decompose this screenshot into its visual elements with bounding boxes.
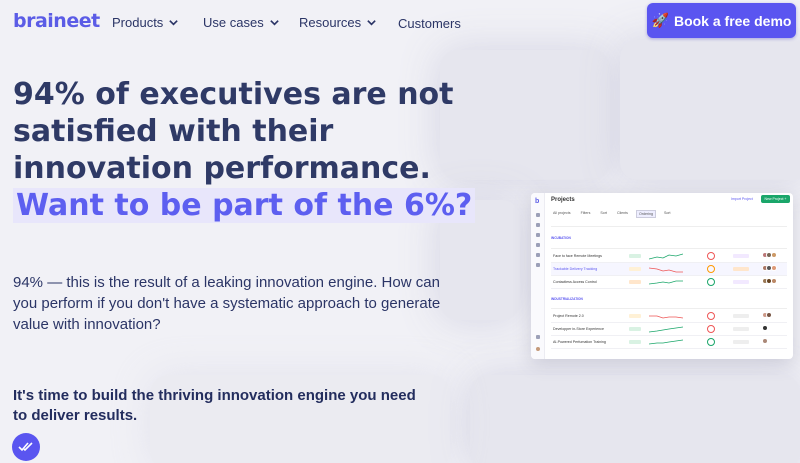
avatar-group [761, 278, 777, 284]
table-row: Project Remote 2.0 [551, 310, 787, 323]
avatar [770, 252, 777, 258]
avatar [761, 338, 768, 344]
brand-logo[interactable]: braineet [13, 10, 100, 32]
app-tab: Ordering [635, 210, 656, 218]
nav-item-products[interactable]: Products [112, 15, 179, 30]
avatar-group [761, 265, 777, 271]
table-row: AI-Powered Perfumation Training [551, 336, 787, 349]
project-name: Trackable Delivery Tracking [553, 267, 598, 271]
rocket-icon: 🚀 [651, 12, 669, 28]
chevron-down-icon [269, 20, 279, 26]
sparkline [649, 315, 683, 319]
group-header: INDUSTRIALIZATION [551, 297, 583, 301]
score-ring [707, 278, 715, 286]
hero-title-highlight: Want to be part of the 6%? [13, 188, 476, 223]
avatar-group [761, 325, 768, 331]
score-ring [707, 265, 715, 273]
tag-pill [733, 314, 749, 318]
project-name: Face to face Remote Meetings [553, 254, 602, 258]
new-project-button: New Project + [761, 195, 790, 203]
import-project-link: Import Project [731, 197, 753, 201]
nav-item-label: Products [112, 15, 164, 30]
chevron-down-icon [367, 20, 376, 26]
table-header [551, 221, 787, 227]
avatar [536, 347, 540, 351]
app-tab: Sort [663, 211, 671, 215]
status-pill [629, 280, 641, 284]
status-pill [629, 267, 641, 271]
status-pill [629, 340, 641, 344]
app-tab: All projects [553, 211, 571, 215]
score-ring [707, 325, 715, 333]
app-tab: Sort [600, 211, 607, 215]
app-tab: Clients [616, 211, 628, 215]
sparkline [649, 253, 683, 260]
table-row: Developper in-Store Experience [551, 323, 787, 336]
app-page-title: Projects [551, 197, 575, 203]
hero-title: 94% of executives are not satisfied with… [13, 76, 493, 224]
project-name: Project Remote 2.0 [553, 314, 584, 318]
double-check-icon [18, 442, 33, 452]
group-header: INCUBATION [551, 236, 571, 240]
hero-cta-text: It's time to build the thriving innovati… [13, 387, 416, 424]
project-name: Developper in-Store Experience [553, 327, 604, 331]
nav-item-use-cases[interactable]: Use cases [203, 15, 280, 30]
book-demo-button[interactable]: 🚀 Book a free demo [647, 3, 796, 38]
score-ring [707, 252, 715, 260]
double-check-badge[interactable] [12, 433, 40, 461]
table-header [551, 303, 787, 309]
tag-pill [733, 280, 749, 284]
chevron-down-icon [169, 20, 179, 26]
sidebar-icon [536, 243, 540, 247]
project-name: AI-Powered Perfumation Training [553, 340, 606, 344]
app-tab: Filters [580, 211, 591, 215]
status-pill [629, 254, 641, 258]
tag-pill [733, 327, 749, 331]
status-pill [629, 314, 641, 318]
avatar [770, 278, 777, 284]
app-logo-icon: b [535, 198, 540, 205]
app-tabs: All projects Filters Sort Clients Orderi… [551, 210, 673, 218]
nav-item-label: Customers [398, 16, 461, 31]
sidebar-icon [536, 263, 540, 267]
nav-item-customers[interactable]: Customers [398, 16, 461, 31]
top-navigation: braineet Products Use cases Resources Cu… [0, 0, 800, 44]
tag-pill [733, 340, 749, 344]
nav-item-label: Use cases [203, 15, 264, 30]
avatar [770, 265, 777, 271]
hero-title-main: 94% of executives are not satisfied with… [13, 77, 454, 186]
status-pill [629, 327, 641, 331]
tag-pill [733, 254, 749, 258]
settings-icon [536, 335, 540, 339]
sidebar-icon [536, 223, 540, 227]
nav-item-label: Resources [299, 15, 362, 30]
background-shape [470, 375, 800, 463]
avatar-group [761, 312, 772, 318]
avatar [766, 312, 772, 318]
tag-pill [733, 267, 749, 271]
avatar-group [761, 338, 768, 344]
nav-item-resources[interactable]: Resources [299, 15, 377, 30]
sidebar-icon [536, 253, 540, 257]
sidebar-icon [536, 233, 540, 237]
table-header [551, 243, 787, 249]
table-row: Face to face Remote Meetings [551, 250, 787, 263]
sparkline [649, 280, 683, 285]
sparkline [649, 267, 683, 273]
background-shape [620, 40, 800, 180]
table-row: Contactless Access Control [551, 276, 787, 289]
avatar [761, 325, 768, 331]
sidebar-icon [536, 213, 540, 217]
sparkline [649, 326, 683, 333]
book-demo-label: Book a free demo [673, 12, 792, 29]
project-name: Contactless Access Control [553, 280, 597, 284]
hero-description: 94% — this is the result of a leaking in… [13, 274, 441, 333]
sparkline [649, 339, 683, 345]
score-ring [707, 338, 715, 346]
score-ring [707, 312, 715, 320]
app-preview-screenshot: b Projects Import Project New Project + … [531, 193, 793, 359]
avatar-group [761, 252, 777, 258]
table-row: Trackable Delivery Tracking [551, 263, 787, 276]
app-sidebar: b [531, 193, 545, 359]
